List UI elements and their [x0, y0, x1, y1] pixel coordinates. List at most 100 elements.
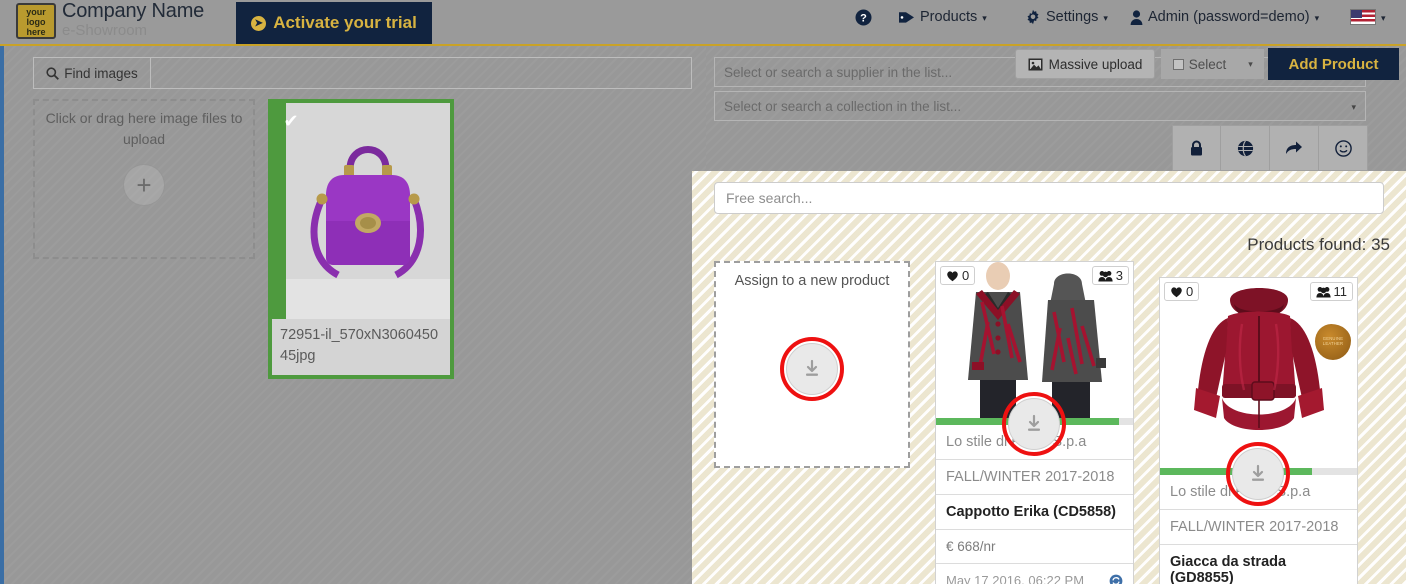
assign-to-new-product-card[interactable]: Assign to a new product: [714, 261, 910, 468]
image-upload-dropzone[interactable]: Click or drag here image files to upload…: [33, 99, 255, 259]
massive-upload-button[interactable]: Massive upload: [1015, 49, 1155, 79]
product-season: FALL/WINTER 2017-2018: [1160, 509, 1357, 544]
products-found-count: Products found: 35: [1247, 235, 1390, 254]
tag-icon: [898, 10, 915, 25]
nav-admin-account[interactable]: Admin (password=demo) ▾: [1130, 9, 1319, 25]
logo-line-3: here: [26, 27, 46, 37]
us-flag-icon: [1350, 9, 1376, 25]
share-button[interactable]: [1270, 125, 1319, 171]
language-selector[interactable]: ▾: [1350, 9, 1386, 25]
company-tagline: e-Showroom: [62, 22, 148, 39]
smiley-button[interactable]: [1319, 125, 1368, 171]
grey-red-coat-image: [936, 262, 1133, 418]
product-download-button[interactable]: [1008, 398, 1060, 450]
nav-admin-label: Admin (password=demo): [1148, 9, 1310, 25]
nav-settings-label: Settings: [1046, 9, 1099, 25]
views-badge: 3: [1091, 266, 1129, 285]
product-name: Giacca da strada (GD8855): [1160, 544, 1357, 584]
chevron-down-icon: ▾: [1351, 101, 1356, 112]
product-card[interactable]: 0 11 GENUINE LEATHER Lo stile di Paolo S…: [1159, 277, 1358, 584]
add-product-label: Add Product: [1288, 55, 1379, 73]
product-season: FALL/WINTER 2017-2018: [936, 459, 1133, 494]
select-label: Select: [1188, 56, 1227, 72]
nav-settings[interactable]: Settings ▾: [1025, 9, 1108, 25]
top-navigation-bar: your logo here Company Name e-Showroom ➤…: [0, 0, 1406, 46]
gear-icon: [1025, 9, 1041, 25]
image-icon: [1028, 58, 1043, 71]
chevron-down-icon: ▾: [982, 12, 987, 23]
check-icon: ✔: [283, 111, 299, 131]
select-dropdown-toggle[interactable]: ▾: [1238, 49, 1264, 79]
checkbox-icon[interactable]: [1172, 58, 1184, 70]
find-images-bar: Find images: [33, 57, 692, 89]
red-leather-jacket-image: [1160, 278, 1357, 468]
chevron-down-icon: ▾: [1103, 12, 1108, 23]
product-action-icon-row: [1172, 125, 1368, 171]
help-circle-icon: ?: [855, 9, 872, 26]
product-card[interactable]: 0 3 Lo stile di Paolo S.p.a FALL/WINTER …: [935, 261, 1134, 584]
free-search-input[interactable]: Free search...: [714, 182, 1384, 214]
people-icon: [1315, 286, 1331, 298]
dropzone-label: Click or drag here image files to upload: [45, 110, 243, 147]
free-search-placeholder: Free search...: [726, 190, 813, 206]
product-date: May 17 2016, 06:22 PM: [946, 573, 1085, 584]
assign-card-title: Assign to a new product: [734, 273, 890, 289]
views-count: 11: [1333, 284, 1348, 299]
uploaded-image-card[interactable]: ✔ 72951-il_570xN306045045jpg: [268, 99, 454, 379]
product-card-list: Assign to a new product 0 3 Lo stile di …: [714, 261, 1358, 584]
globe-icon: [1237, 140, 1254, 157]
likes-count: 0: [962, 268, 970, 283]
nav-products[interactable]: Products ▾: [898, 9, 987, 25]
help-button[interactable]: ?: [855, 9, 872, 26]
product-date-row: May 17 2016, 06:22 PM: [936, 563, 1133, 584]
sync-icon[interactable]: [1109, 574, 1123, 584]
product-name: Cappotto Erika (CD5858): [936, 494, 1133, 529]
heart-icon: [1170, 286, 1183, 298]
chevron-down-icon: ▾: [1381, 12, 1386, 23]
purple-handbag-image: [286, 103, 450, 319]
smiley-icon: [1334, 139, 1352, 157]
download-icon: [1024, 414, 1044, 434]
plus-icon[interactable]: +: [123, 164, 165, 206]
company-logo[interactable]: your logo here: [16, 3, 56, 39]
add-product-button[interactable]: Add Product: [1268, 48, 1399, 80]
select-checkbox-button[interactable]: Select: [1161, 49, 1238, 79]
search-icon: [46, 66, 60, 80]
activate-trial-button[interactable]: ➤ Activate your trial: [236, 2, 432, 44]
logo-line-2: logo: [26, 17, 46, 27]
company-name: Company Name: [62, 0, 205, 22]
people-icon: [1098, 270, 1113, 282]
nav-products-label: Products: [920, 9, 978, 25]
product-price: € 668/nr: [936, 529, 1133, 563]
select-dropdown-group: Select ▾: [1161, 49, 1264, 79]
chevron-down-icon: ▾: [1248, 58, 1253, 69]
image-workspace-pane: Find images Click or drag here image fil…: [0, 46, 706, 584]
massive-upload-label: Massive upload: [1048, 56, 1143, 72]
assign-download-button[interactable]: [786, 343, 838, 395]
activate-trial-label: Activate your trial: [273, 13, 417, 32]
likes-count: 0: [1186, 284, 1194, 299]
product-image: 0 3: [936, 262, 1133, 418]
likes-badge: 0: [1164, 282, 1200, 301]
uploaded-image-preview: [286, 103, 450, 319]
find-images-button[interactable]: Find images: [34, 58, 151, 88]
uploaded-image-filename: 72951-il_570xN306045045jpg: [272, 319, 450, 375]
download-icon: [802, 359, 822, 379]
share-icon: [1285, 140, 1303, 156]
user-icon: [1130, 9, 1143, 25]
find-images-label: Find images: [64, 65, 138, 81]
product-image: 0 11 GENUINE LEATHER: [1160, 278, 1357, 468]
logo-line-1: your: [26, 7, 46, 17]
leather-badge-text: GENUINE LEATHER: [1322, 336, 1344, 346]
product-picker-overlay: Free search... Products found: 35 Assign…: [692, 171, 1406, 584]
product-download-button[interactable]: [1232, 448, 1284, 500]
find-images-input[interactable]: [151, 58, 691, 88]
collection-select[interactable]: Select or search a collection in the lis…: [714, 91, 1366, 121]
heart-icon: [946, 270, 959, 282]
likes-badge: 0: [940, 266, 976, 285]
globe-button[interactable]: [1221, 125, 1270, 171]
download-icon: [1248, 464, 1268, 484]
lock-button[interactable]: [1172, 125, 1221, 171]
svg-text:?: ?: [860, 13, 867, 25]
lock-icon: [1189, 140, 1204, 157]
